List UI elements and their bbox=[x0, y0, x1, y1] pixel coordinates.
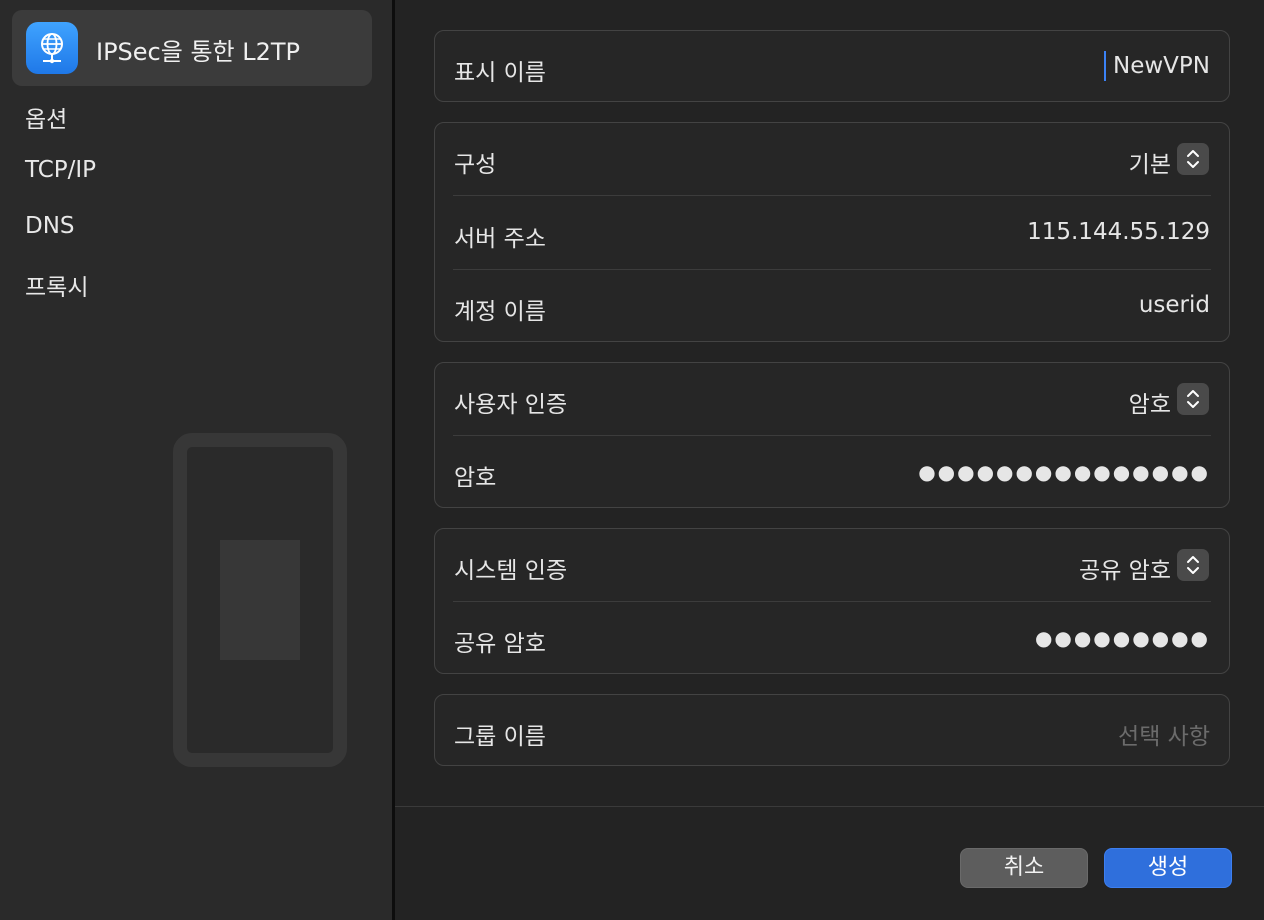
user-auth-group: 사용자 인증 암호 암호 ●●●●●●●●●●●●●●● bbox=[434, 362, 1230, 508]
shared-secret-row: 공유 암호 ●●●●●●●●● bbox=[453, 602, 1211, 675]
display-name-field[interactable]: NewVPN bbox=[1113, 53, 1210, 79]
sidebar-item-label: IPSec을 통한 L2TP bbox=[96, 38, 301, 66]
password-label: 암호 bbox=[454, 465, 497, 491]
password-field[interactable]: ●●●●●●●●●●●●●●● bbox=[918, 460, 1210, 484]
display-name-row: 표시 이름 NewVPN bbox=[453, 31, 1211, 104]
group-name-group: 그룹 이름 선택 사항 bbox=[434, 694, 1230, 766]
machine-auth-row: 시스템 인증 공유 암호 bbox=[453, 529, 1211, 602]
configuration-popup-button[interactable] bbox=[1177, 143, 1209, 175]
machine-auth-popup-button[interactable] bbox=[1177, 549, 1209, 581]
group-name-field[interactable]: 선택 사항 bbox=[1118, 717, 1210, 751]
shared-secret-label: 공유 암호 bbox=[454, 631, 546, 657]
account-name-row: 계정 이름 userid bbox=[453, 270, 1211, 343]
text-caret bbox=[1104, 51, 1106, 81]
password-row: 암호 ●●●●●●●●●●●●●●● bbox=[453, 436, 1211, 509]
machine-auth-label: 시스템 인증 bbox=[454, 558, 568, 584]
main-panel: 표시 이름 NewVPN 구성 기본 서버 주소 115.144.55.129 … bbox=[395, 0, 1264, 920]
sidebar-item-proxy[interactable]: 프록시 bbox=[25, 268, 88, 302]
display-name-group: 표시 이름 NewVPN bbox=[434, 30, 1230, 102]
background-watermark-icon bbox=[173, 433, 347, 767]
chevron-updown-icon bbox=[1187, 556, 1199, 574]
shared-secret-field[interactable]: ●●●●●●●●● bbox=[1035, 626, 1210, 650]
user-auth-row: 사용자 인증 암호 bbox=[453, 363, 1211, 436]
create-button[interactable]: 생성 bbox=[1104, 848, 1232, 888]
server-address-row: 서버 주소 115.144.55.129 bbox=[453, 197, 1211, 270]
vpn-config-window: IPSec을 통한 L2TP 옵션 TCP/IP DNS 프록시 표시 이름 N… bbox=[0, 0, 1264, 920]
user-auth-value[interactable]: 암호 bbox=[1129, 385, 1171, 419]
display-name-label: 표시 이름 bbox=[454, 60, 546, 86]
server-group: 구성 기본 서버 주소 115.144.55.129 계정 이름 userid bbox=[434, 122, 1230, 342]
machine-auth-value[interactable]: 공유 암호 bbox=[1079, 551, 1171, 585]
account-name-field[interactable]: userid bbox=[1139, 292, 1210, 318]
group-name-row: 그룹 이름 선택 사항 bbox=[453, 695, 1211, 768]
sidebar: IPSec을 통한 L2TP 옵션 TCP/IP DNS 프록시 bbox=[0, 0, 392, 920]
account-name-label: 계정 이름 bbox=[454, 299, 546, 325]
group-name-label: 그룹 이름 bbox=[454, 724, 546, 750]
machine-auth-group: 시스템 인증 공유 암호 공유 암호 ●●●●●●●●● bbox=[434, 528, 1230, 674]
sidebar-item-dns[interactable]: DNS bbox=[25, 213, 75, 239]
sidebar-item-l2tp[interactable]: IPSec을 통한 L2TP bbox=[12, 10, 372, 86]
server-address-field[interactable]: 115.144.55.129 bbox=[1027, 219, 1210, 245]
configuration-value[interactable]: 기본 bbox=[1129, 145, 1171, 179]
server-address-label: 서버 주소 bbox=[454, 226, 546, 252]
user-auth-label: 사용자 인증 bbox=[454, 392, 568, 418]
chevron-updown-icon bbox=[1187, 150, 1199, 168]
row-separator bbox=[453, 195, 1211, 196]
sidebar-item-tcpip[interactable]: TCP/IP bbox=[25, 157, 96, 183]
globe-network-icon bbox=[26, 22, 78, 74]
user-auth-popup-button[interactable] bbox=[1177, 383, 1209, 415]
configuration-label: 구성 bbox=[454, 152, 497, 178]
configuration-row: 구성 기본 bbox=[453, 123, 1211, 196]
footer-divider bbox=[395, 806, 1264, 807]
chevron-updown-icon bbox=[1187, 390, 1199, 408]
sidebar-item-options[interactable]: 옵션 bbox=[25, 100, 67, 134]
cancel-button[interactable]: 취소 bbox=[960, 848, 1088, 888]
